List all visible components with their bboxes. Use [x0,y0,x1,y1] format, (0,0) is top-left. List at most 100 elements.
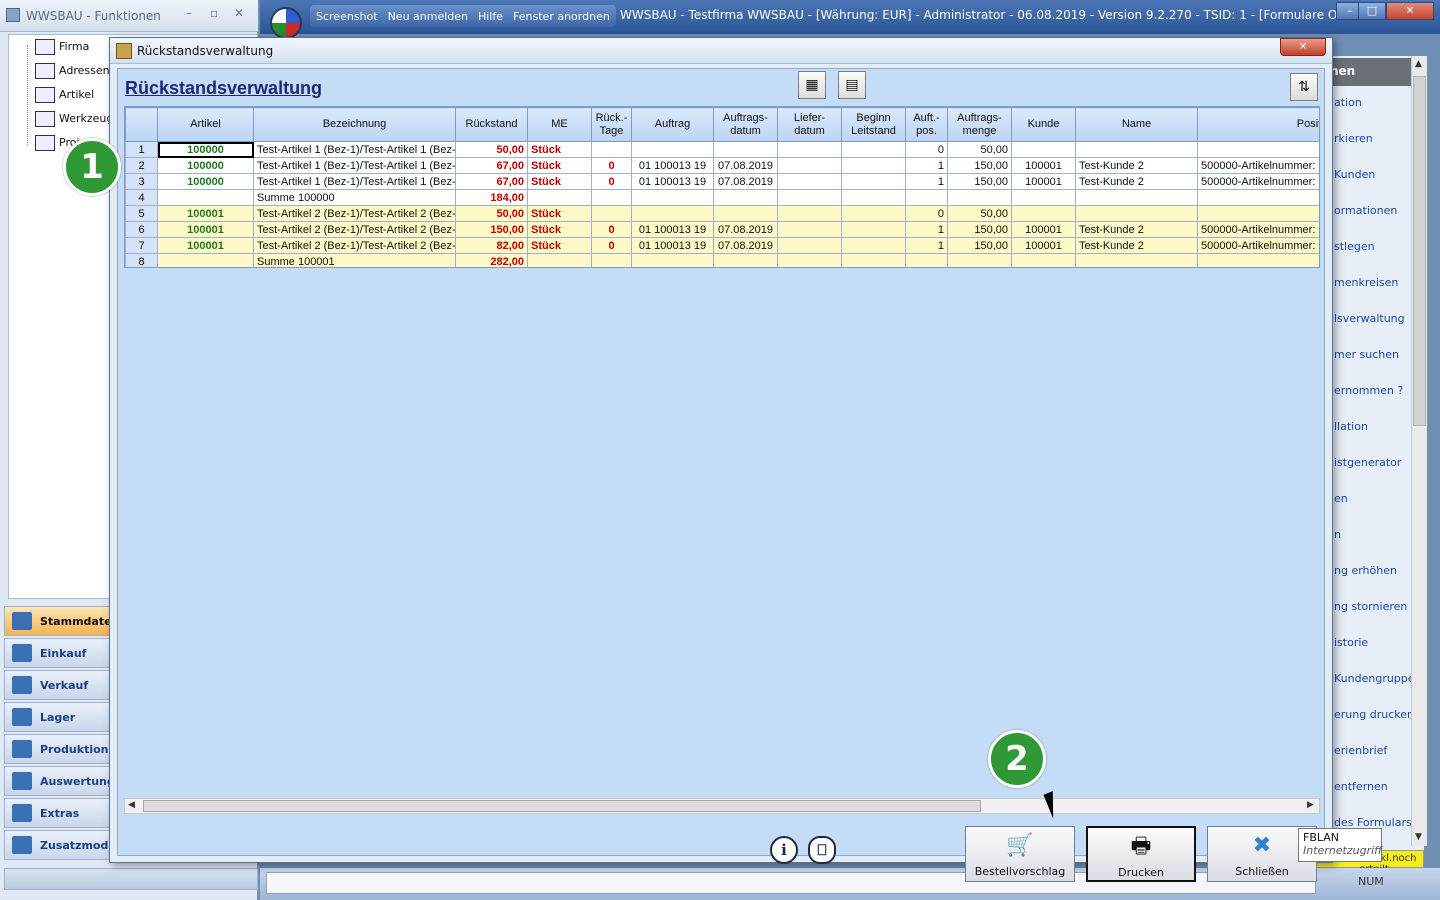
cell-name[interactable] [1075,205,1198,222]
column-header[interactable]: Artikel [157,107,254,142]
cell-me[interactable]: Stück [527,141,592,158]
cell-artikel[interactable]: 100001 [157,221,254,238]
cell-posau[interactable]: 500000-Artikelnummer: 5 [1197,173,1319,190]
cell-kunde[interactable]: 100001 [1011,237,1076,254]
cell-menge[interactable]: 50,00 [947,141,1012,158]
menu-neu-anmelden[interactable]: Neu anmelden [388,10,468,23]
column-header[interactable]: Rückstand [455,107,528,142]
task-link[interactable]: ation [1334,96,1362,109]
cell-rueck[interactable]: 282,00 [455,253,528,267]
cell-bez[interactable]: Test-Artikel 2 (Bez-1)/Test-Artikel 2 (B… [253,205,456,222]
cell-kunde[interactable]: 100001 [1011,157,1076,174]
cell-bez[interactable]: Test-Artikel 1 (Bez-1)/Test-Artikel 1 (B… [253,141,456,158]
cell-tage[interactable] [591,205,632,222]
column-header[interactable]: Auftrags-menge [947,107,1012,142]
cell-pos[interactable]: 0 [905,141,948,158]
tree-item-werkzeug[interactable]: Werkzeug [35,111,113,131]
cell-tage[interactable] [591,253,632,267]
minimize-icon[interactable]: – [186,6,192,20]
cell-adatum[interactable]: 07.08.2019 [713,173,778,190]
cell-kunde[interactable] [1011,253,1076,267]
cell-bez[interactable]: Test-Artikel 1 (Bez-1)/Test-Artikel 1 (B… [253,173,456,190]
cell-leit[interactable] [841,141,906,158]
cell-ldatum[interactable] [777,189,842,206]
column-header[interactable]: Bezeichnung [253,107,456,142]
column-header[interactable]: Name [1075,107,1198,142]
scroll-left-icon[interactable]: ◀ [128,800,135,810]
column-header[interactable]: Position-Au [1197,107,1319,142]
main-close-icon[interactable]: ✕ [1386,2,1434,20]
column-header[interactable]: Auft.-pos. [905,107,948,142]
table-row[interactable]: 5 100001 Test-Artikel 2 (Bez-1)/Test-Artik… [125,205,1319,222]
row-number[interactable]: 1 [125,141,158,158]
cell-leit[interactable] [841,157,906,174]
task-link[interactable]: entfernen [1334,780,1388,793]
column-header[interactable]: Beginn Leitstand [841,107,906,142]
dialog-close-button[interactable]: ✕ [1280,38,1326,56]
cell-posau[interactable] [1197,141,1319,158]
cell-tage[interactable]: 0 [591,157,632,174]
column-header[interactable]: Auftrags-datum [713,107,778,142]
cell-artikel[interactable] [157,189,254,206]
task-link[interactable]: Kunden [1334,168,1375,181]
cell-name[interactable] [1075,189,1198,206]
cell-bez[interactable]: Summe 100000 [253,189,456,206]
drucken-button[interactable]: 🖶 Drucken [1086,826,1196,882]
cell-rueck[interactable]: 184,00 [455,189,528,206]
cell-me[interactable]: Stück [527,157,592,174]
cell-kunde[interactable] [1011,205,1076,222]
cell-rueck[interactable]: 150,00 [455,221,528,238]
task-link[interactable]: stlegen [1334,240,1375,253]
cell-artikel[interactable]: 100000 [157,157,254,174]
scroll-right-icon[interactable]: ▶ [1307,800,1314,810]
cell-menge[interactable]: 150,00 [947,221,1012,238]
table-row[interactable]: 2 100000 Test-Artikel 1 (Bez-1)/Test-Artik… [125,157,1319,174]
cell-tage[interactable]: 0 [591,221,632,238]
cell-kunde[interactable]: 100001 [1011,173,1076,190]
table-row[interactable]: 3 100000 Test-Artikel 1 (Bez-1)/Test-Artik… [125,173,1319,190]
cell-rueck[interactable]: 67,00 [455,157,528,174]
cell-leit[interactable] [841,253,906,267]
column-header[interactable]: Kunde [1011,107,1076,142]
row-number[interactable]: 2 [125,157,158,174]
cell-me[interactable]: Stück [527,173,592,190]
cell-pos[interactable]: 1 [905,221,948,238]
cell-me[interactable] [527,253,592,267]
task-link[interactable]: menkreisen [1334,276,1398,289]
mouse-icon[interactable]: ⎕ [808,836,836,864]
cell-bez[interactable]: Test-Artikel 2 (Bez-1)/Test-Artikel 2 (B… [253,221,456,238]
cell-bez[interactable]: Test-Artikel 2 (Bez-1)/Test-Artikel 2 (B… [253,237,456,254]
cell-kunde[interactable]: 100001 [1011,221,1076,238]
cell-artikel[interactable] [157,253,254,267]
main-maximize-icon[interactable]: □ [1358,2,1386,20]
scroll-down-icon[interactable]: ▼ [1415,832,1422,842]
tree-item-artikel[interactable]: Artikel [35,87,94,107]
cell-rueck[interactable]: 67,00 [455,173,528,190]
cell-leit[interactable] [841,221,906,238]
cell-me[interactable] [527,189,592,206]
cell-posau[interactable]: 500000-Artikelnummer: 5 [1197,157,1319,174]
cell-kunde[interactable] [1011,189,1076,206]
cell-kunde[interactable] [1011,141,1076,158]
cell-adatum[interactable] [713,189,778,206]
cell-leit[interactable] [841,237,906,254]
cell-menge[interactable]: 150,00 [947,173,1012,190]
cell-name[interactable]: Test-Kunde 2 [1075,157,1198,174]
cell-name[interactable] [1075,253,1198,267]
tree-item-adressen[interactable]: Adressen [35,63,110,83]
menu-hilfe[interactable]: Hilfe [478,10,503,23]
task-link[interactable]: rkieren [1334,132,1373,145]
cell-menge[interactable] [947,253,1012,267]
cell-adatum[interactable] [713,253,778,267]
cell-name[interactable]: Test-Kunde 2 [1075,221,1198,238]
cell-adatum[interactable]: 07.08.2019 [713,237,778,254]
cell-bez[interactable]: Test-Artikel 1 (Bez-1)/Test-Artikel 1 (B… [253,157,456,174]
column-header[interactable]: ME [527,107,592,142]
cell-pos[interactable]: 1 [905,157,948,174]
column-header[interactable]: Auftrag [631,107,714,142]
cell-auftrag[interactable] [631,253,714,267]
cell-rueck[interactable]: 50,00 [455,205,528,222]
cell-artikel[interactable]: 100000 [157,141,254,158]
task-link[interactable]: n [1334,528,1341,541]
cell-tage[interactable] [591,189,632,206]
